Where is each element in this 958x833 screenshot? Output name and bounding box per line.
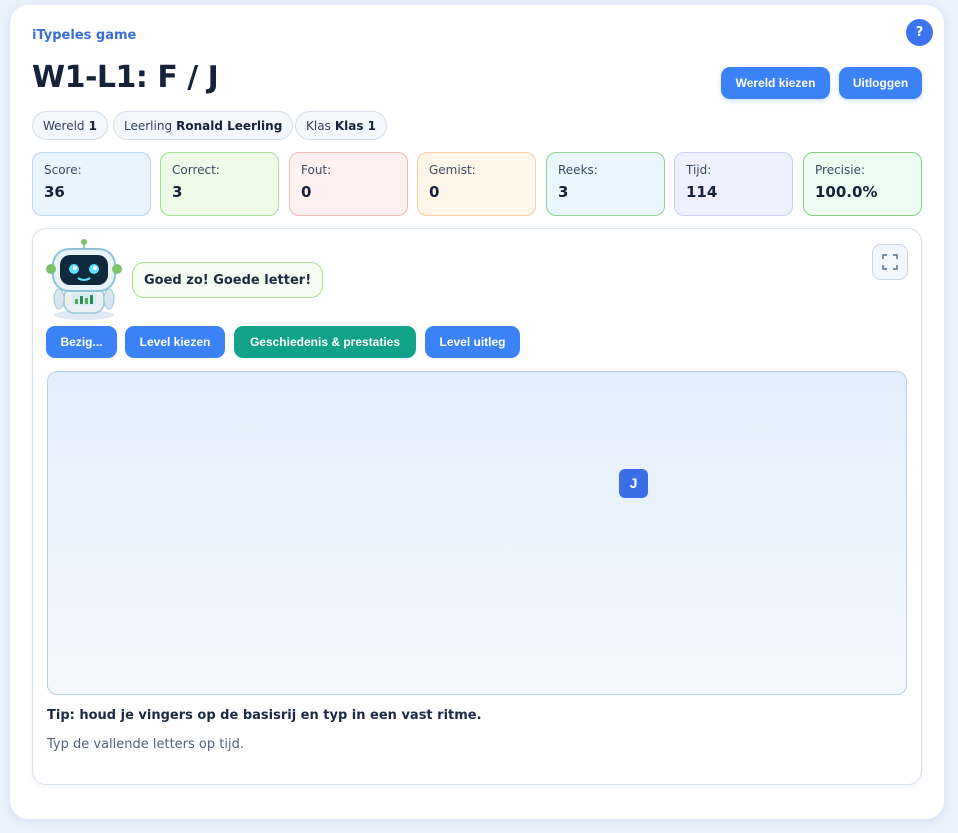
- stat-value: 3: [558, 183, 569, 201]
- world-badge: Wereld 1: [32, 111, 108, 140]
- stat-streak: Reeks: 3: [546, 152, 665, 216]
- logout-button[interactable]: Uitloggen: [839, 67, 922, 99]
- main-card: iTypeles game ? W1-L1: F / J Wereld kiez…: [10, 5, 944, 819]
- world-label: Wereld: [43, 118, 85, 133]
- student-value: Ronald Leerling: [176, 118, 283, 133]
- stat-missed: Gemist: 0: [417, 152, 536, 216]
- class-value: Klas 1: [334, 118, 376, 133]
- history-button[interactable]: Geschiedenis & prestaties: [234, 326, 416, 358]
- stat-label: Tijd:: [686, 163, 712, 177]
- fullscreen-button[interactable]: [872, 244, 908, 280]
- fullscreen-icon: [882, 254, 898, 270]
- student-label: Leerling: [124, 118, 173, 133]
- page-title: W1-L1: F / J: [32, 60, 219, 95]
- stat-correct: Correct: 3: [160, 152, 279, 216]
- stat-time: Tijd: 114: [674, 152, 793, 216]
- stat-score: Score: 36: [32, 152, 151, 216]
- level-info-button[interactable]: Level uitleg: [425, 326, 520, 358]
- speech-bubble: Goed zo! Goede letter!: [132, 262, 324, 298]
- stat-value: 0: [301, 183, 312, 201]
- choose-world-button[interactable]: Wereld kiezen: [721, 67, 830, 99]
- stat-value: 36: [44, 183, 65, 201]
- stat-label: Score:: [44, 163, 82, 177]
- stat-precision: Precisie: 100.0%: [803, 152, 922, 216]
- world-value: 1: [88, 118, 97, 133]
- stat-wrong: Fout: 0: [289, 152, 408, 216]
- stat-value: 114: [686, 183, 718, 201]
- question-icon: ?: [915, 25, 924, 40]
- robot-mascot-icon: [44, 239, 124, 321]
- brand-label: iTypeles game: [32, 28, 137, 43]
- stat-value: 0: [429, 183, 440, 201]
- tip-text: Tip: houd je vingers op de basisrij en t…: [47, 708, 482, 723]
- help-button[interactable]: ?: [906, 19, 933, 46]
- stat-label: Precisie:: [815, 163, 866, 177]
- stat-label: Reeks:: [558, 163, 598, 177]
- game-panel: Goed zo! Goede letter! Bezig... Level ki…: [32, 228, 922, 785]
- falling-letter: J: [619, 469, 648, 498]
- class-label: Klas: [306, 118, 331, 133]
- instruction-text: Typ de vallende letters op tijd.: [47, 737, 244, 752]
- status-button[interactable]: Bezig...: [46, 326, 117, 358]
- stat-label: Fout:: [301, 163, 332, 177]
- stat-value: 100.0%: [815, 183, 878, 201]
- student-badge: Leerling Ronald Leerling: [113, 111, 294, 140]
- stat-label: Correct:: [172, 163, 220, 177]
- class-badge: Klas Klas 1: [295, 111, 387, 140]
- level-select-button[interactable]: Level kiezen: [125, 326, 225, 358]
- stat-value: 3: [172, 183, 183, 201]
- stat-label: Gemist:: [429, 163, 476, 177]
- playfield[interactable]: J: [47, 371, 907, 695]
